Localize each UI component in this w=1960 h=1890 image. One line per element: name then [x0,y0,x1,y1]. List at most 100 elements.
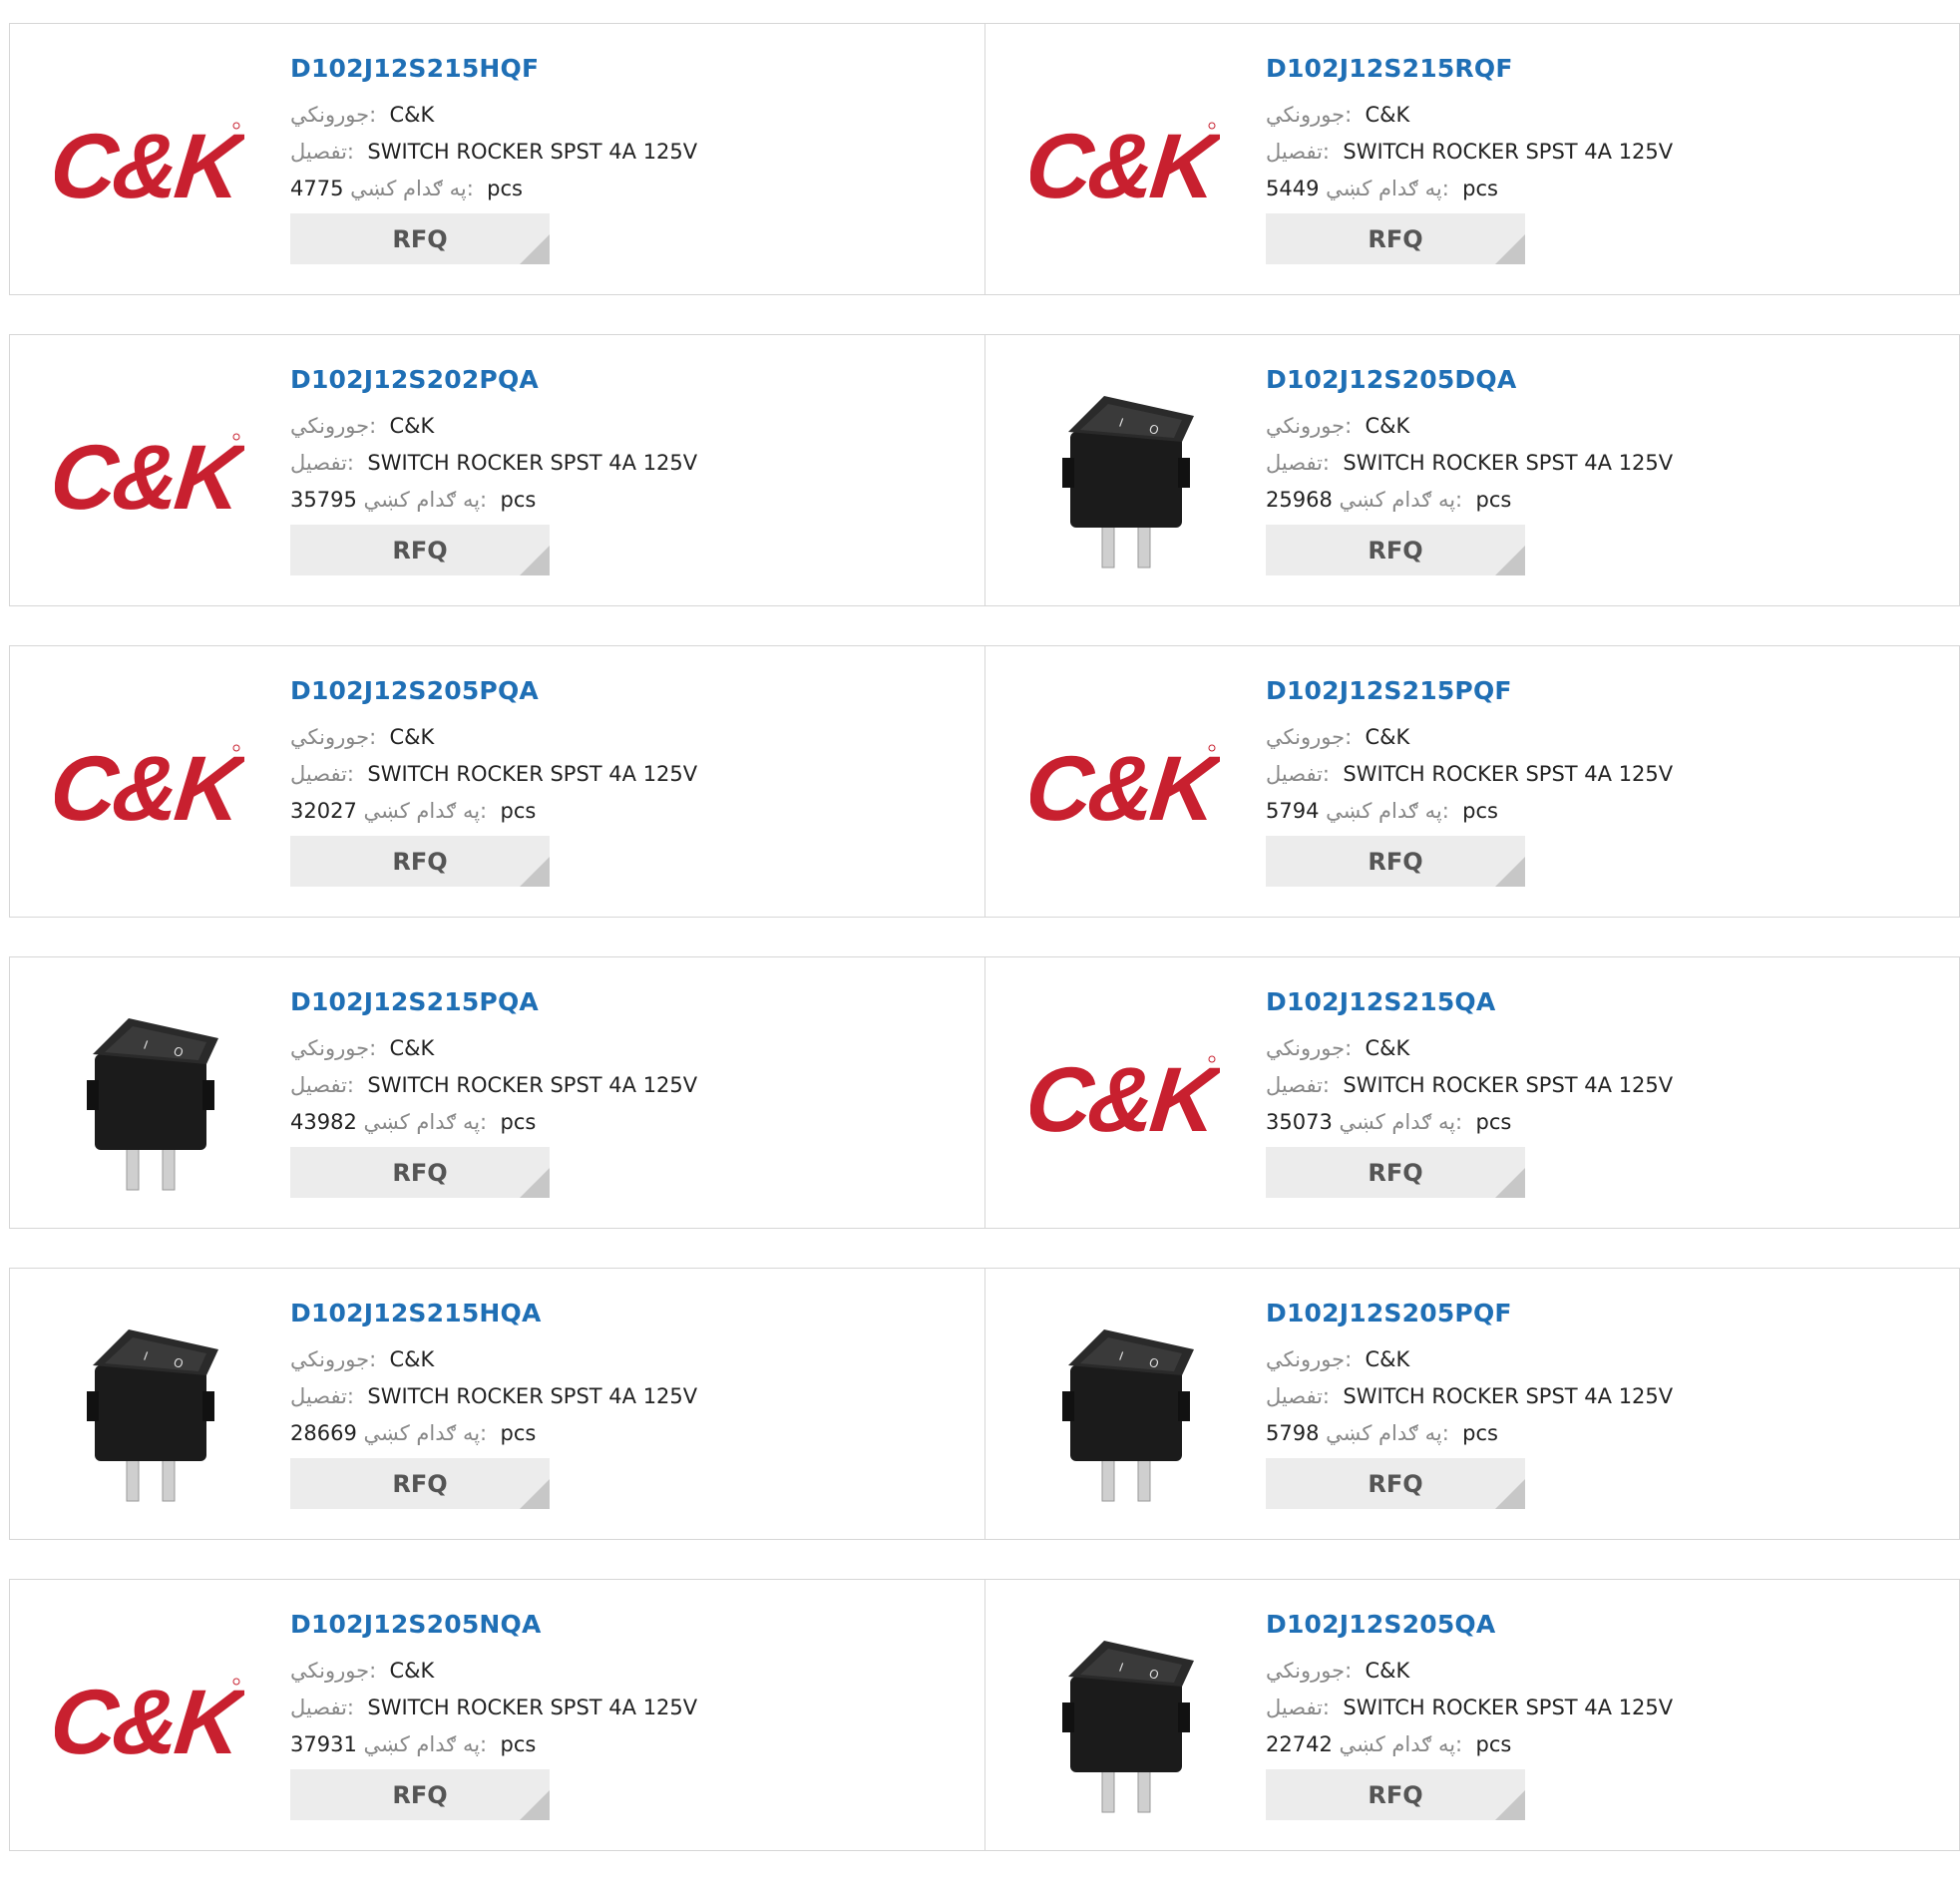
description-value: SWITCH ROCKER SPST 4A 125V [367,762,698,786]
product-image[interactable]: C&K [50,688,249,888]
rfq-button[interactable]: RFQ [290,213,550,264]
rfq-button[interactable]: RFQ [290,1147,550,1198]
rfq-button[interactable]: RFQ [1266,525,1525,575]
manufacturer-label: جورونکي: [1266,1659,1353,1683]
stock-value: 5794 [1266,799,1320,823]
manufacturer-label: جورونکي: [290,725,377,749]
rfq-button[interactable]: RFQ [290,1458,550,1509]
ck-logo-text: C&K [55,427,244,527]
stock-unit: pcs [500,799,537,823]
rfq-button[interactable]: RFQ [1266,1147,1525,1198]
part-number-link[interactable]: D102J12S205NQA [290,1610,697,1639]
stock-value: 5449 [1266,177,1320,200]
part-number-link[interactable]: D102J12S205PQA [290,676,697,705]
rfq-button[interactable]: RFQ [290,836,550,887]
part-number-link[interactable]: D102J12S202PQA [290,365,697,394]
product-image[interactable]: I O [50,999,249,1199]
stock-label: په ګدام کښي: [363,799,488,823]
stock-unit: pcs [1462,1421,1498,1445]
description-label: تفصيل: [1266,140,1330,164]
stock-label: په ګدام کښي: [1326,1421,1449,1445]
description-label: تفصيل: [290,140,354,164]
product-row: C&K D102J12S205PQA جورونکي: C&K تفصيل: S… [9,645,1960,918]
stock-value: 22742 [1266,1732,1333,1756]
stock-value: 35073 [1266,1110,1333,1134]
description-label: تفصيل: [290,1696,354,1719]
product-card: C&K D102J12S215RQF جورونکي: C&K تفصيل: S… [984,24,1959,294]
part-number-link[interactable]: D102J12S215QA [1266,987,1673,1016]
rfq-button[interactable]: RFQ [290,525,550,575]
stock-label: په ګدام کښي: [1339,488,1463,512]
stock-value: 37931 [290,1732,357,1756]
manufacturer-value: C&K [389,725,435,749]
description-label: تفصيل: [1266,451,1330,475]
product-image[interactable]: C&K [1025,688,1225,888]
description-value: SWITCH ROCKER SPST 4A 125V [367,1696,698,1719]
product-card: C&K D102J12S215QA جورونکي: C&K تفصيل: SW… [984,957,1959,1228]
product-card: C&K D102J12S205NQA جورونکي: C&K تفصيل: S… [10,1580,984,1850]
product-image[interactable]: C&K [50,1622,249,1821]
stock-unit: pcs [500,488,537,512]
description-label: تفصيل: [1266,1384,1330,1408]
description-value: SWITCH ROCKER SPST 4A 125V [367,1384,698,1408]
description-label: تفصيل: [1266,1696,1330,1719]
stock-unit: pcs [487,177,523,200]
ck-logo: C&K [55,427,244,527]
product-row: C&K D102J12S202PQA جورونکي: C&K تفصيل: S… [9,334,1960,606]
part-number-link[interactable]: D102J12S205DQA [1266,365,1673,394]
manufacturer-label: جورونکي: [1266,414,1353,438]
product-card: C&K D102J12S205PQA جورونکي: C&K تفصيل: S… [10,646,984,917]
manufacturer-value: C&K [1365,414,1410,438]
rfq-button[interactable]: RFQ [1266,213,1525,264]
manufacturer-label: جورونکي: [290,1659,377,1683]
stock-label: په ګدام کښي: [363,1732,488,1756]
rfq-button[interactable]: RFQ [1266,1769,1525,1820]
product-image[interactable]: I O [50,1311,249,1510]
product-image[interactable]: I O [1025,377,1225,576]
part-number-link[interactable]: D102J12S215HQA [290,1299,697,1327]
description-label: تفصيل: [290,762,354,786]
stock-label: په ګدام کښي: [1339,1732,1463,1756]
product-image[interactable]: C&K [1025,999,1225,1199]
stock-value: 25968 [1266,488,1333,512]
part-number-link[interactable]: D102J12S205QA [1266,1610,1673,1639]
stock-label: په ګدام کښي: [363,1421,488,1445]
description-value: SWITCH ROCKER SPST 4A 125V [367,140,698,164]
part-number-link[interactable]: D102J12S215RQF [1266,54,1673,83]
ck-logo: C&K [55,738,244,838]
stock-unit: pcs [1475,1110,1512,1134]
manufacturer-label: جورونکي: [290,414,377,438]
manufacturer-value: C&K [389,1659,435,1683]
product-card: I O D102J12S215PQA جورونکي: C&K تفصيل: S… [10,957,984,1228]
manufacturer-label: جورونکي: [290,1347,377,1371]
part-number-link[interactable]: D102J12S215HQF [290,54,697,83]
manufacturer-value: C&K [1365,1659,1410,1683]
stock-value: 28669 [290,1421,357,1445]
rfq-button[interactable]: RFQ [290,1769,550,1820]
ck-logo: C&K [55,1672,244,1771]
stock-label: په ګدام کښي: [350,177,474,200]
rfq-button[interactable]: RFQ [1266,836,1525,887]
part-number-link[interactable]: D102J12S215PQF [1266,676,1673,705]
description-label: تفصيل: [290,1384,354,1408]
stock-label: په ګدام کښي: [1326,177,1449,200]
stock-value: 32027 [290,799,357,823]
ck-logo-text: C&K [1030,1049,1220,1149]
product-image[interactable]: C&K [50,66,249,265]
manufacturer-value: C&K [389,1036,435,1060]
description-value: SWITCH ROCKER SPST 4A 125V [1343,1073,1674,1097]
product-image[interactable]: C&K [50,377,249,576]
manufacturer-value: C&K [1365,1347,1410,1371]
ck-logo: C&K [1030,738,1220,838]
product-image[interactable]: I O [1025,1311,1225,1510]
rfq-button[interactable]: RFQ [1266,1458,1525,1509]
part-number-link[interactable]: D102J12S205PQF [1266,1299,1673,1327]
product-row: C&K D102J12S205NQA جورونکي: C&K تفصيل: S… [9,1579,1960,1851]
product-image[interactable]: C&K [1025,66,1225,265]
product-row: I O D102J12S215PQA جورونکي: C&K تفصيل: S… [9,956,1960,1229]
ck-logo-text: C&K [55,738,244,838]
description-label: تفصيل: [290,451,354,475]
product-image[interactable]: I O [1025,1622,1225,1821]
part-number-link[interactable]: D102J12S215PQA [290,987,697,1016]
manufacturer-label: جورونکي: [290,103,377,127]
